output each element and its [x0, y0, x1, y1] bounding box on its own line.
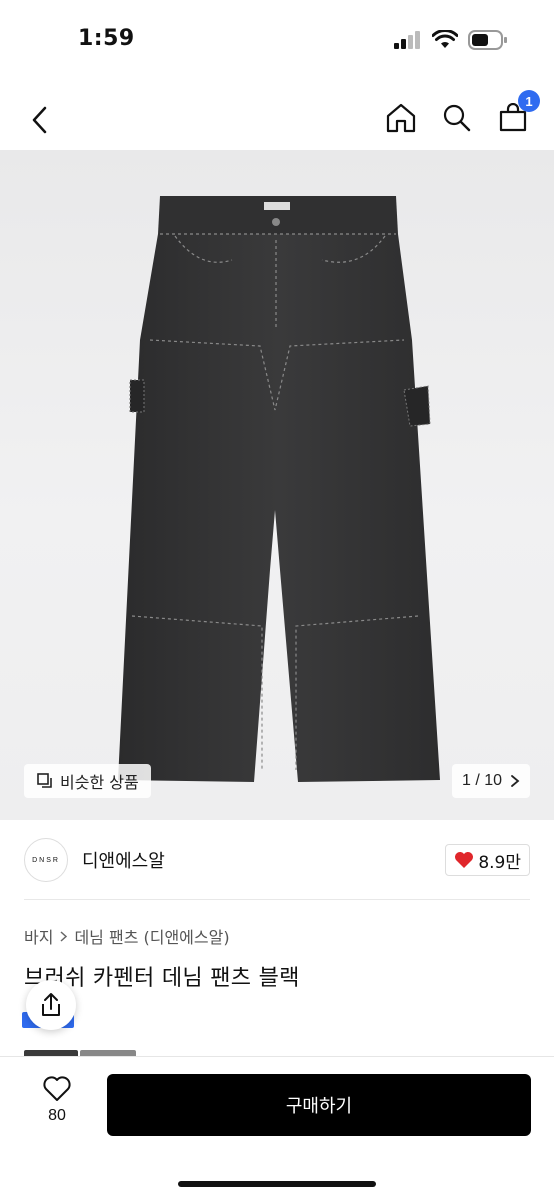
home-button[interactable] [384, 100, 418, 136]
similar-products-label: 비슷한 상품 [60, 773, 139, 792]
share-icon [42, 993, 60, 1016]
chevron-right-icon [511, 775, 520, 787]
status-bar: 1:59 [0, 0, 554, 80]
brand-like-count: 8.9만 [478, 852, 521, 873]
copy-icon [37, 773, 52, 788]
breadcrumb-subcategory[interactable]: 데님 팬츠 (디앤에스알) [74, 924, 229, 948]
wishlist-count: 80 [48, 1107, 66, 1124]
back-icon [32, 106, 47, 134]
share-button[interactable] [26, 980, 76, 1030]
breadcrumb: 바지 데님 팬츠 (디앤에스알) [24, 924, 230, 948]
breadcrumb-category[interactable]: 바지 [24, 924, 53, 948]
image-page-indicator[interactable]: 1 / 10 [451, 764, 530, 798]
similar-products-button[interactable]: 비슷한 상품 [24, 764, 151, 798]
search-icon [443, 104, 471, 132]
cart-count-badge: 1 [518, 90, 540, 112]
buy-button[interactable]: 구매하기 [107, 1074, 531, 1136]
wifi-icon [432, 30, 458, 48]
cart-button[interactable]: 1 [496, 90, 540, 136]
brand-like-button[interactable]: 8.9만 [445, 844, 530, 876]
home-icon [386, 103, 416, 133]
page-indicator-text: 1 / 10 [461, 772, 502, 789]
bottom-action-bar: 80 구매하기 [0, 1056, 554, 1200]
search-button[interactable] [440, 100, 474, 136]
heart-filled-icon [455, 852, 474, 868]
brand-row[interactable]: DNSR 디앤에스알 8.9만 [24, 835, 530, 885]
back-button[interactable] [22, 102, 58, 138]
cellular-signal-icon [394, 31, 420, 49]
battery-icon [468, 30, 507, 50]
brand-logo[interactable]: DNSR [24, 838, 68, 882]
status-icons [394, 30, 508, 50]
product-image-carousel[interactable]: 비슷한 상품 1 / 10 [0, 150, 554, 820]
denim-pants-image [118, 196, 440, 782]
wishlist-button[interactable]: 80 [30, 1075, 84, 1135]
nav-bar: 1 [0, 90, 554, 150]
heart-outline-icon [43, 1076, 71, 1101]
brand-name[interactable]: 디앤에스알 [82, 847, 165, 873]
home-indicator [178, 1181, 376, 1187]
status-time: 1:59 [78, 26, 135, 51]
chevron-right-icon [60, 930, 68, 942]
divider [24, 899, 530, 900]
nav-actions: 1 [384, 90, 540, 136]
